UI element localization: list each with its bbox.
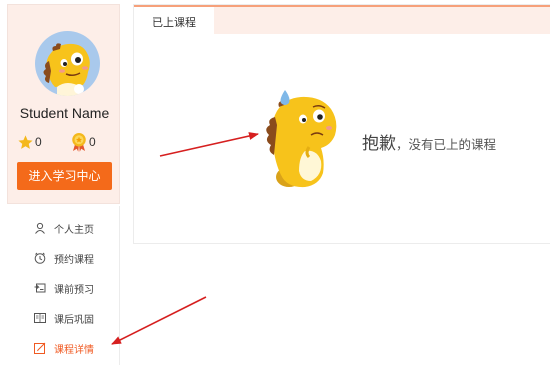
enter-learning-center-button[interactable]: 进入学习中心 xyxy=(17,162,112,190)
courses-panel: 已上课程 抱歉，没有已上的课程 xyxy=(133,4,550,244)
profile-card: Student Name 0 0 进入学习中心 xyxy=(7,4,120,204)
sidebar-item-label: 预约课程 xyxy=(54,254,94,266)
avatar[interactable] xyxy=(35,31,100,96)
tab-attended-courses[interactable]: 已上课程 xyxy=(134,5,214,36)
student-name: Student Name xyxy=(19,105,110,121)
arrow-to-course-details xyxy=(111,296,207,345)
empty-state-subtitle: ，没有已上的课程 xyxy=(396,137,497,152)
sidebar-item-preview[interactable]: 课前预习 xyxy=(7,277,120,299)
stars-count: 0 xyxy=(35,135,42,149)
empty-state-message: 抱歉，没有已上的课程 xyxy=(362,129,496,154)
sidebar-item-label: 课程详情 xyxy=(54,344,94,356)
sidebar-menu: 个人主页 预约课程 课前预习 课后巩固 课程详情 xyxy=(7,206,120,365)
dinosaur-mascot-icon xyxy=(43,43,90,96)
book-icon xyxy=(34,313,46,323)
sidebar-item-home[interactable]: 个人主页 xyxy=(7,217,120,239)
medals-count: 0 xyxy=(89,135,96,149)
medal-icon xyxy=(72,133,86,152)
edit-icon xyxy=(34,342,46,354)
sidebar-item-booking[interactable]: 预约课程 xyxy=(7,247,120,269)
sidebar-item-course-details[interactable]: 课程详情 xyxy=(7,337,120,359)
clock-icon xyxy=(34,252,46,264)
sidebar-item-label: 个人主页 xyxy=(54,224,94,236)
sidebar-item-label: 课前预习 xyxy=(54,284,94,296)
empty-state-title: 抱歉 xyxy=(362,134,396,154)
sidebar-item-review[interactable]: 课后巩固 xyxy=(7,307,120,329)
preview-icon xyxy=(34,283,46,293)
medals-stat: 0 xyxy=(70,132,96,152)
sidebar-item-label: 课后巩固 xyxy=(54,314,94,326)
sad-dinosaur-icon xyxy=(266,90,337,188)
tab-bar: 已上课程 xyxy=(134,5,550,36)
person-icon xyxy=(35,222,45,234)
stars-stat: 0 xyxy=(17,132,42,152)
star-icon xyxy=(18,134,33,149)
